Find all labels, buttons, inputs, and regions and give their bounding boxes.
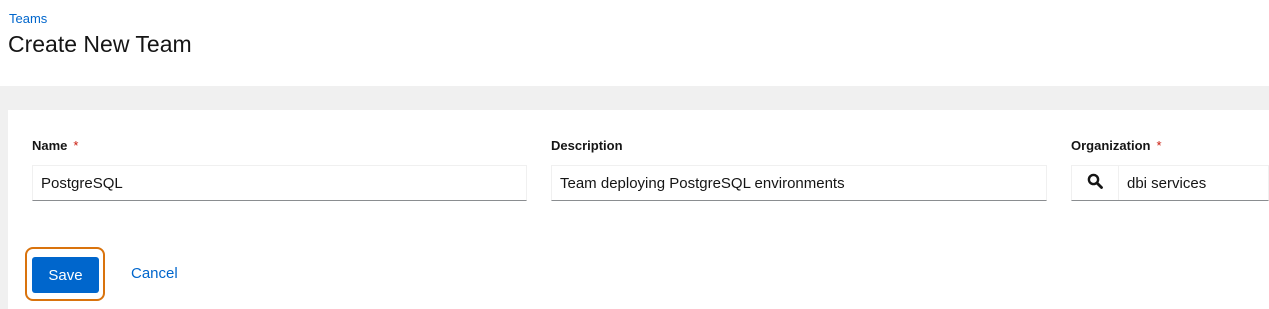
name-label: Name * bbox=[32, 138, 78, 153]
organization-lookup: dbi services bbox=[1071, 165, 1269, 201]
breadcrumb-teams-link[interactable]: Teams bbox=[9, 11, 47, 26]
name-required-marker: * bbox=[73, 138, 79, 153]
page-title: Create New Team bbox=[8, 31, 192, 57]
search-icon bbox=[1087, 173, 1103, 194]
organization-value[interactable]: dbi services bbox=[1127, 175, 1206, 192]
cancel-button[interactable]: Cancel bbox=[131, 265, 178, 282]
organization-search-button[interactable] bbox=[1072, 166, 1119, 200]
organization-label-text: Organization bbox=[1071, 138, 1151, 153]
page-header: Teams Create New Team bbox=[0, 0, 1269, 86]
save-button[interactable]: Save bbox=[32, 257, 99, 293]
description-label: Description bbox=[551, 138, 623, 153]
name-input[interactable] bbox=[32, 165, 527, 201]
description-input[interactable] bbox=[551, 165, 1047, 201]
organization-label: Organization * bbox=[1071, 138, 1162, 153]
description-label-text: Description bbox=[551, 138, 623, 153]
organization-required-marker: * bbox=[1156, 138, 1162, 153]
name-label-text: Name bbox=[32, 138, 68, 153]
